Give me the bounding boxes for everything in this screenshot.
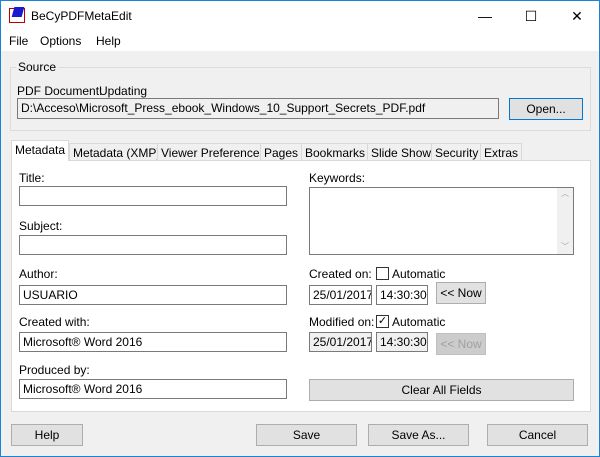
pdf-document-status: Updating [99,84,148,98]
keywords-scrollbar[interactable]: ︿ ﹀ [557,188,573,254]
clear-all-fields-button[interactable]: Clear All Fields [309,379,574,401]
tab-extras[interactable]: Extras [480,143,523,161]
scroll-down-icon[interactable]: ﹀ [557,241,573,252]
cancel-button[interactable]: Cancel [487,424,588,446]
subject-label: Subject: [19,219,63,233]
modified-now-button[interactable]: << Now [436,333,486,355]
tab-metadata[interactable]: Metadata [11,140,70,161]
created-now-button[interactable]: << Now [436,282,486,304]
modified-on-label: Modified on: [309,315,375,329]
keywords-label: Keywords: [309,171,366,185]
app-window: BeCyPDFMetaEdit — ☐ ✕ File Options Help … [0,0,600,457]
tab-pages[interactable]: Pages [260,143,303,161]
created-with-input[interactable]: Microsoft® Word 2016 [19,332,287,352]
pdf-path-field[interactable]: D:\Acceso\Microsoft_Press_ebook_Windows_… [17,98,499,119]
app-icon [9,8,25,23]
created-on-label: Created on: [309,267,372,281]
title-bar: BeCyPDFMetaEdit — ☐ ✕ [1,1,599,31]
scroll-up-icon[interactable]: ︿ [557,188,573,199]
minimize-button[interactable]: — [462,1,508,31]
menu-file[interactable]: File [9,34,28,48]
menu-options[interactable]: Options [40,34,81,48]
pdf-document-label: PDF Document: [17,84,103,98]
menu-bar: File Options Help [1,31,599,51]
save-button[interactable]: Save [256,424,357,446]
modified-date-input[interactable]: 25/01/2017 [309,332,372,352]
tab-bookmarks[interactable]: Bookmarks [301,143,370,161]
maximize-button[interactable]: ☐ [508,1,554,31]
created-date-input[interactable]: 25/01/2017 [309,285,372,305]
produced-by-input[interactable]: Microsoft® Word 2016 [19,379,287,399]
tab-metadata-xmp[interactable]: Metadata (XMP) [69,143,165,161]
title-input[interactable] [19,186,287,206]
help-button[interactable]: Help [11,424,83,446]
created-time-input[interactable]: 14:30:30 [376,285,428,305]
save-as-button[interactable]: Save As... [368,424,469,446]
author-label: Author: [19,267,58,281]
subject-input[interactable] [19,235,287,255]
checkmark-icon: ✓ [377,315,388,327]
created-automatic-label: Automatic [392,267,446,281]
title-label: Title: [19,171,45,185]
tab-security[interactable]: Security [431,143,483,161]
author-input[interactable]: USUARIO [19,285,287,305]
modified-automatic-checkbox[interactable]: ✓ [376,315,389,328]
modified-automatic-label: Automatic [392,315,446,329]
open-button[interactable]: Open... [509,98,583,120]
menu-help[interactable]: Help [96,34,121,48]
source-group-label: Source [16,60,59,74]
window-title: BeCyPDFMetaEdit [31,9,132,23]
created-with-label: Created with: [19,315,90,329]
modified-time-input[interactable]: 14:30:30 [376,332,428,352]
tab-viewer-preferences[interactable]: Viewer Preferences [157,143,270,161]
tab-slide-show[interactable]: Slide Show [367,143,436,161]
produced-by-label: Produced by: [19,363,90,377]
close-button[interactable]: ✕ [554,1,600,31]
keywords-textarea[interactable] [309,187,574,255]
created-automatic-checkbox[interactable] [376,267,389,280]
